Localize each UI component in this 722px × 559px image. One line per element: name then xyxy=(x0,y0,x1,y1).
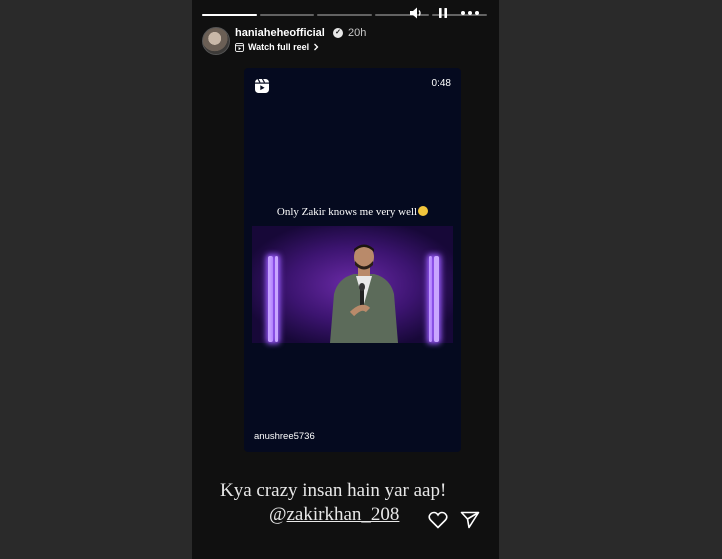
mention-line: @zakirkhan_208 xyxy=(269,504,399,526)
more-options-icon[interactable] xyxy=(460,5,480,21)
story-panel: haniaheheofficial ✓ 20h Watch full reel xyxy=(192,0,499,559)
neon-light-left-inner xyxy=(275,256,278,342)
avatar[interactable] xyxy=(202,27,230,55)
verified-badge-icon: ✓ xyxy=(333,28,343,38)
progress-segment xyxy=(317,14,372,16)
watch-full-reel-link[interactable]: Watch full reel xyxy=(235,41,319,53)
video-duration: 0:48 xyxy=(431,78,451,89)
watch-full-reel-label: Watch full reel xyxy=(248,42,310,52)
neon-light-right-inner xyxy=(429,256,432,342)
story-header: haniaheheofficial ✓ 20h Watch full reel xyxy=(202,25,492,55)
progress-segment xyxy=(259,14,315,16)
video-creator-username[interactable]: anushree5736 xyxy=(254,431,315,442)
reels-icon xyxy=(255,78,269,93)
stage-scene-image xyxy=(252,226,453,343)
neon-light-left xyxy=(268,256,273,342)
volume-icon[interactable] xyxy=(408,5,424,21)
pause-icon[interactable] xyxy=(435,5,451,21)
chevron-right-icon xyxy=(314,43,319,51)
timestamp: 20h xyxy=(348,27,367,39)
username[interactable]: haniaheheofficial xyxy=(235,27,325,39)
mention-link[interactable]: zakirkhan_208 xyxy=(287,504,400,525)
comedian-figure xyxy=(330,244,398,343)
progress-segment xyxy=(202,14,257,16)
send-icon[interactable] xyxy=(460,511,480,529)
smiling-face-emoji-icon xyxy=(418,206,429,216)
mention-prefix: @ xyxy=(269,504,287,525)
neon-light-right xyxy=(434,256,439,342)
video-caption-text: Only Zakir knows me very well xyxy=(276,206,418,218)
story-text-line: Kya crazy insan hain yar aap! xyxy=(220,480,447,501)
heart-icon[interactable] xyxy=(428,511,448,529)
reel-icon xyxy=(235,42,244,52)
video-caption: Only Zakir knows me very well xyxy=(244,206,461,218)
reel-video[interactable]: 0:48 Only Zakir knows me very well anush… xyxy=(244,68,461,452)
